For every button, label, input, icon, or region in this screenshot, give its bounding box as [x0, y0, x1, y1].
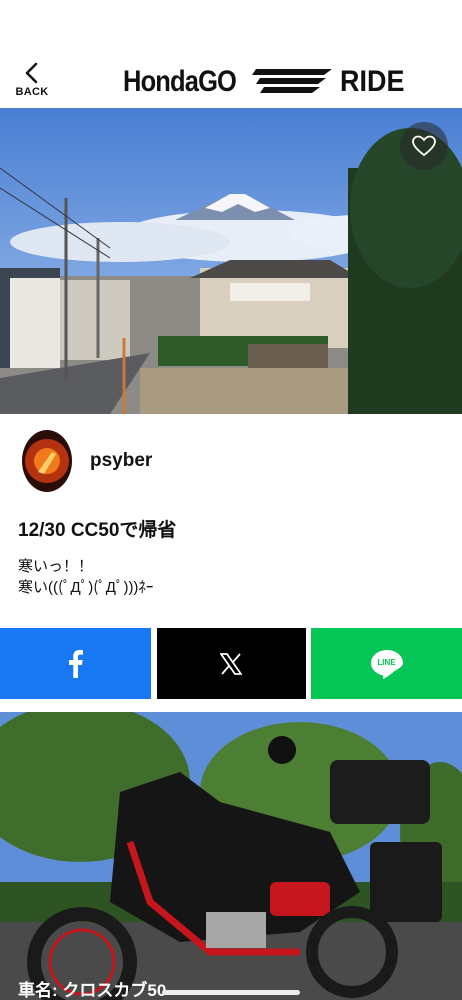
- share-facebook-button[interactable]: [0, 628, 151, 699]
- username[interactable]: psyber: [90, 450, 152, 472]
- heart-icon: [412, 135, 436, 157]
- post-body: 寒いっ！！ 寒い(((ﾟДﾟ)(ﾟДﾟ)))ﾈｰ: [18, 558, 154, 596]
- post-second-photo: [0, 712, 462, 1000]
- logo-text-right: RIDE: [340, 65, 405, 98]
- avatar[interactable]: [22, 430, 72, 492]
- hondago-ride-logo: HondaGO RIDE: [123, 64, 412, 100]
- share-line-button[interactable]: LINE: [311, 628, 462, 699]
- post-main-photo: [0, 108, 462, 414]
- favorite-button[interactable]: [400, 122, 448, 170]
- facebook-icon: [68, 649, 83, 678]
- logo-text-left: HondaGO: [123, 65, 237, 98]
- app-header: BACK HondaGO RIDE: [0, 0, 462, 108]
- back-button[interactable]: BACK: [14, 62, 50, 102]
- back-label: BACK: [15, 86, 49, 98]
- post-author: psyber: [22, 430, 152, 492]
- share-bar: LINE: [0, 628, 462, 699]
- x-logo-icon: [220, 652, 242, 675]
- home-indicator: [162, 990, 300, 995]
- line-logo-text: LINE: [377, 657, 396, 667]
- photo-caption: 車名: クロスカブ50: [18, 981, 167, 1000]
- share-x-button[interactable]: [156, 628, 306, 699]
- chevron-left-icon: [25, 62, 38, 84]
- post-title: 12/30 CC50で帰省: [18, 520, 177, 541]
- logo-wing-mark: [252, 69, 332, 93]
